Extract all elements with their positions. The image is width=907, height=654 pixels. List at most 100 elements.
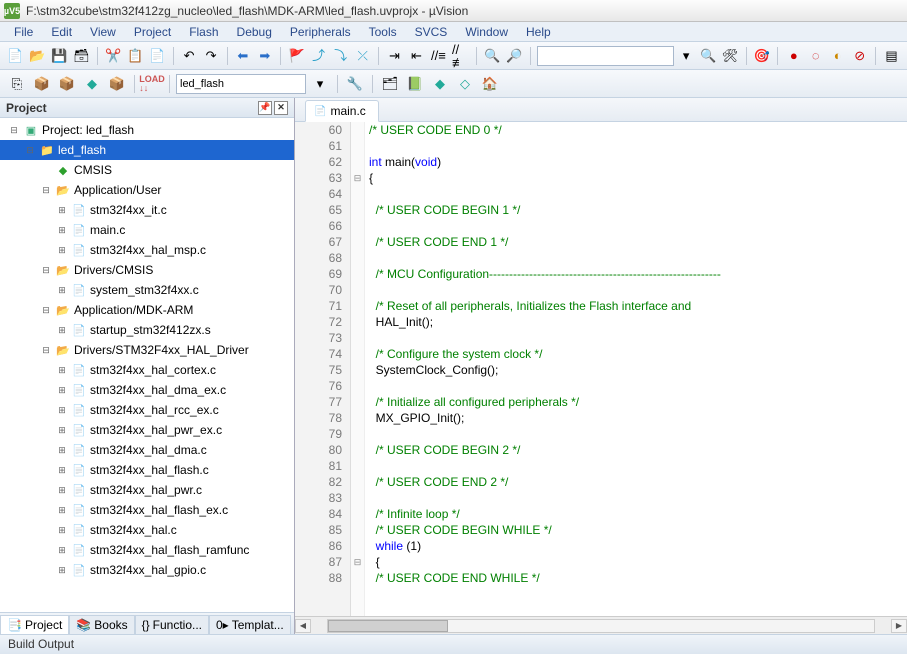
menu-window[interactable]: Window bbox=[457, 23, 516, 41]
tree-file[interactable]: ⊞📄stm32f4xx_hal_dma_ex.c bbox=[0, 380, 294, 400]
fold-marker[interactable]: ⊟ bbox=[351, 170, 364, 186]
expand-icon[interactable]: ⊟ bbox=[40, 185, 52, 196]
breakpoint-insert-button[interactable]: ● bbox=[784, 45, 803, 67]
expand-icon[interactable]: ⊞ bbox=[56, 285, 68, 296]
expand-icon[interactable]: ⊞ bbox=[56, 205, 68, 216]
find-button[interactable]: 🔍 bbox=[483, 45, 502, 67]
tree-item[interactable]: ◆CMSIS bbox=[0, 160, 294, 180]
nav-forward-button[interactable]: ➡ bbox=[255, 45, 274, 67]
scroll-track[interactable] bbox=[327, 619, 875, 633]
tree-file[interactable]: ⊞📄stm32f4xx_hal_rcc_ex.c bbox=[0, 400, 294, 420]
bookmark-prev-button[interactable]: ⤴ bbox=[309, 45, 328, 67]
expand-icon[interactable]: ⊞ bbox=[56, 365, 68, 376]
target-select[interactable] bbox=[176, 74, 306, 94]
tree-file[interactable]: ⊞📄startup_stm32f412zx.s bbox=[0, 320, 294, 340]
breakpoint-enable-button[interactable]: ◌ bbox=[806, 45, 825, 67]
download-button[interactable]: LOAD↓↓ bbox=[141, 73, 163, 95]
tree-item[interactable]: ⊟▣Project: led_flash bbox=[0, 120, 294, 140]
expand-icon[interactable]: ⊟ bbox=[40, 265, 52, 276]
indent-button[interactable]: ⇥ bbox=[385, 45, 404, 67]
copy-button[interactable]: 📋 bbox=[126, 45, 145, 67]
code-area[interactable]: /* USER CODE END 0 */int main(void){ /* … bbox=[365, 122, 907, 616]
expand-icon[interactable]: ⊞ bbox=[56, 505, 68, 516]
tree-file[interactable]: ⊞📄stm32f4xx_hal_pwr.c bbox=[0, 480, 294, 500]
project-tab-functio[interactable]: {}Functio... bbox=[135, 615, 209, 634]
menu-view[interactable]: View bbox=[82, 23, 124, 41]
tree-file[interactable]: ⊞📄stm32f4xx_hal_flash_ex.c bbox=[0, 500, 294, 520]
expand-icon[interactable]: ⊞ bbox=[56, 565, 68, 576]
options-target-button[interactable]: 🔧 bbox=[344, 73, 366, 95]
expand-icon[interactable]: ⊞ bbox=[56, 465, 68, 476]
expand-icon[interactable]: ⊟ bbox=[40, 345, 52, 356]
fold-column[interactable]: ⊟⊟ bbox=[351, 122, 365, 616]
save-button[interactable]: 💾 bbox=[50, 45, 69, 67]
expand-icon[interactable]: ⊞ bbox=[56, 325, 68, 336]
save-all-button[interactable]: 🗃 bbox=[72, 45, 91, 67]
expand-icon[interactable]: ⊞ bbox=[56, 245, 68, 256]
pack-installer-button[interactable]: ◇ bbox=[454, 73, 476, 95]
file-ext-button[interactable]: 🗂 bbox=[379, 73, 401, 95]
batch-build-button[interactable]: ◆ bbox=[81, 73, 103, 95]
expand-icon[interactable]: ⊞ bbox=[56, 485, 68, 496]
incremental-find-button[interactable]: 🔍 bbox=[699, 45, 718, 67]
expand-icon[interactable]: ⊞ bbox=[56, 445, 68, 456]
project-tab-books[interactable]: 📚Books bbox=[69, 615, 134, 634]
menu-svcs[interactable]: SVCS bbox=[407, 23, 456, 41]
uncomment-button[interactable]: //≢ bbox=[451, 45, 470, 67]
expand-icon[interactable]: ⊞ bbox=[56, 425, 68, 436]
menu-tools[interactable]: Tools bbox=[361, 23, 405, 41]
scroll-thumb[interactable] bbox=[328, 620, 448, 632]
tree-file[interactable]: ⊞📄stm32f4xx_hal_flash_ramfunc bbox=[0, 540, 294, 560]
breakpoint-kill-button[interactable]: ⊘ bbox=[850, 45, 869, 67]
rebuild-button[interactable]: 📦 bbox=[56, 73, 78, 95]
tree-file[interactable]: ⊞📄main.c bbox=[0, 220, 294, 240]
tree-file[interactable]: ⊞📄stm32f4xx_hal_gpio.c bbox=[0, 560, 294, 580]
menu-peripherals[interactable]: Peripherals bbox=[282, 23, 359, 41]
tree-file[interactable]: ⊞📄stm32f4xx_hal_dma.c bbox=[0, 440, 294, 460]
debug-session-button[interactable]: 🛠 bbox=[721, 45, 740, 67]
expand-icon[interactable]: ⊞ bbox=[56, 545, 68, 556]
expand-icon[interactable]: ⊞ bbox=[56, 525, 68, 536]
menu-debug[interactable]: Debug bbox=[229, 23, 280, 41]
find-combo[interactable] bbox=[537, 46, 674, 66]
paste-button[interactable]: 📄 bbox=[148, 45, 167, 67]
expand-icon[interactable]: ⊞ bbox=[56, 225, 68, 236]
expand-icon[interactable]: ⊟ bbox=[8, 125, 20, 136]
bookmark-clear-button[interactable]: ⤫ bbox=[353, 45, 372, 67]
tree-folder[interactable]: ⊟📂Application/User bbox=[0, 180, 294, 200]
cut-button[interactable]: ✂️ bbox=[104, 45, 123, 67]
fold-marker[interactable]: ⊟ bbox=[351, 554, 364, 570]
pane-pin-button[interactable]: 📌 bbox=[258, 101, 272, 115]
undo-button[interactable]: ↶ bbox=[180, 45, 199, 67]
tree-item[interactable]: ⊟📁led_flash bbox=[0, 140, 294, 160]
window-layout-button[interactable]: ▤ bbox=[882, 45, 901, 67]
tree-file[interactable]: ⊞📄stm32f4xx_it.c bbox=[0, 200, 294, 220]
tree-file[interactable]: ⊞📄stm32f4xx_hal_cortex.c bbox=[0, 360, 294, 380]
debug-start-button[interactable]: 🎯 bbox=[752, 45, 771, 67]
tree-folder[interactable]: ⊟📂Drivers/CMSIS bbox=[0, 260, 294, 280]
menu-project[interactable]: Project bbox=[126, 23, 179, 41]
expand-icon[interactable]: ⊞ bbox=[56, 405, 68, 416]
outdent-button[interactable]: ⇤ bbox=[407, 45, 426, 67]
tree-file[interactable]: ⊞📄stm32f4xx_hal_flash.c bbox=[0, 460, 294, 480]
reload-packs-button[interactable]: 🏠 bbox=[479, 73, 501, 95]
horizontal-scrollbar[interactable]: ◀ ▶ bbox=[295, 616, 907, 634]
find-in-files-button[interactable]: 🔎 bbox=[505, 45, 524, 67]
build-button[interactable]: 📦 bbox=[31, 73, 53, 95]
scroll-left-button[interactable]: ◀ bbox=[295, 619, 311, 633]
tree-file[interactable]: ⊞📄stm32f4xx_hal.c bbox=[0, 520, 294, 540]
scroll-right-button[interactable]: ▶ bbox=[891, 619, 907, 633]
tree-folder[interactable]: ⊟📂Drivers/STM32F4xx_HAL_Driver bbox=[0, 340, 294, 360]
project-tab-templat[interactable]: 0▸Templat... bbox=[209, 615, 291, 634]
new-file-button[interactable]: 📄 bbox=[6, 45, 25, 67]
stop-build-button[interactable]: 📦 bbox=[106, 73, 128, 95]
comment-button[interactable]: //≡ bbox=[429, 45, 448, 67]
redo-button[interactable]: ↷ bbox=[202, 45, 221, 67]
expand-icon[interactable]: ⊟ bbox=[40, 305, 52, 316]
open-file-button[interactable]: 📂 bbox=[28, 45, 47, 67]
nav-back-button[interactable]: ⬅ bbox=[233, 45, 252, 67]
pane-close-button[interactable]: ✕ bbox=[274, 101, 288, 115]
target-dropdown-button[interactable]: ▾ bbox=[309, 73, 331, 95]
menu-edit[interactable]: Edit bbox=[43, 23, 80, 41]
expand-icon[interactable]: ⊟ bbox=[24, 145, 36, 156]
